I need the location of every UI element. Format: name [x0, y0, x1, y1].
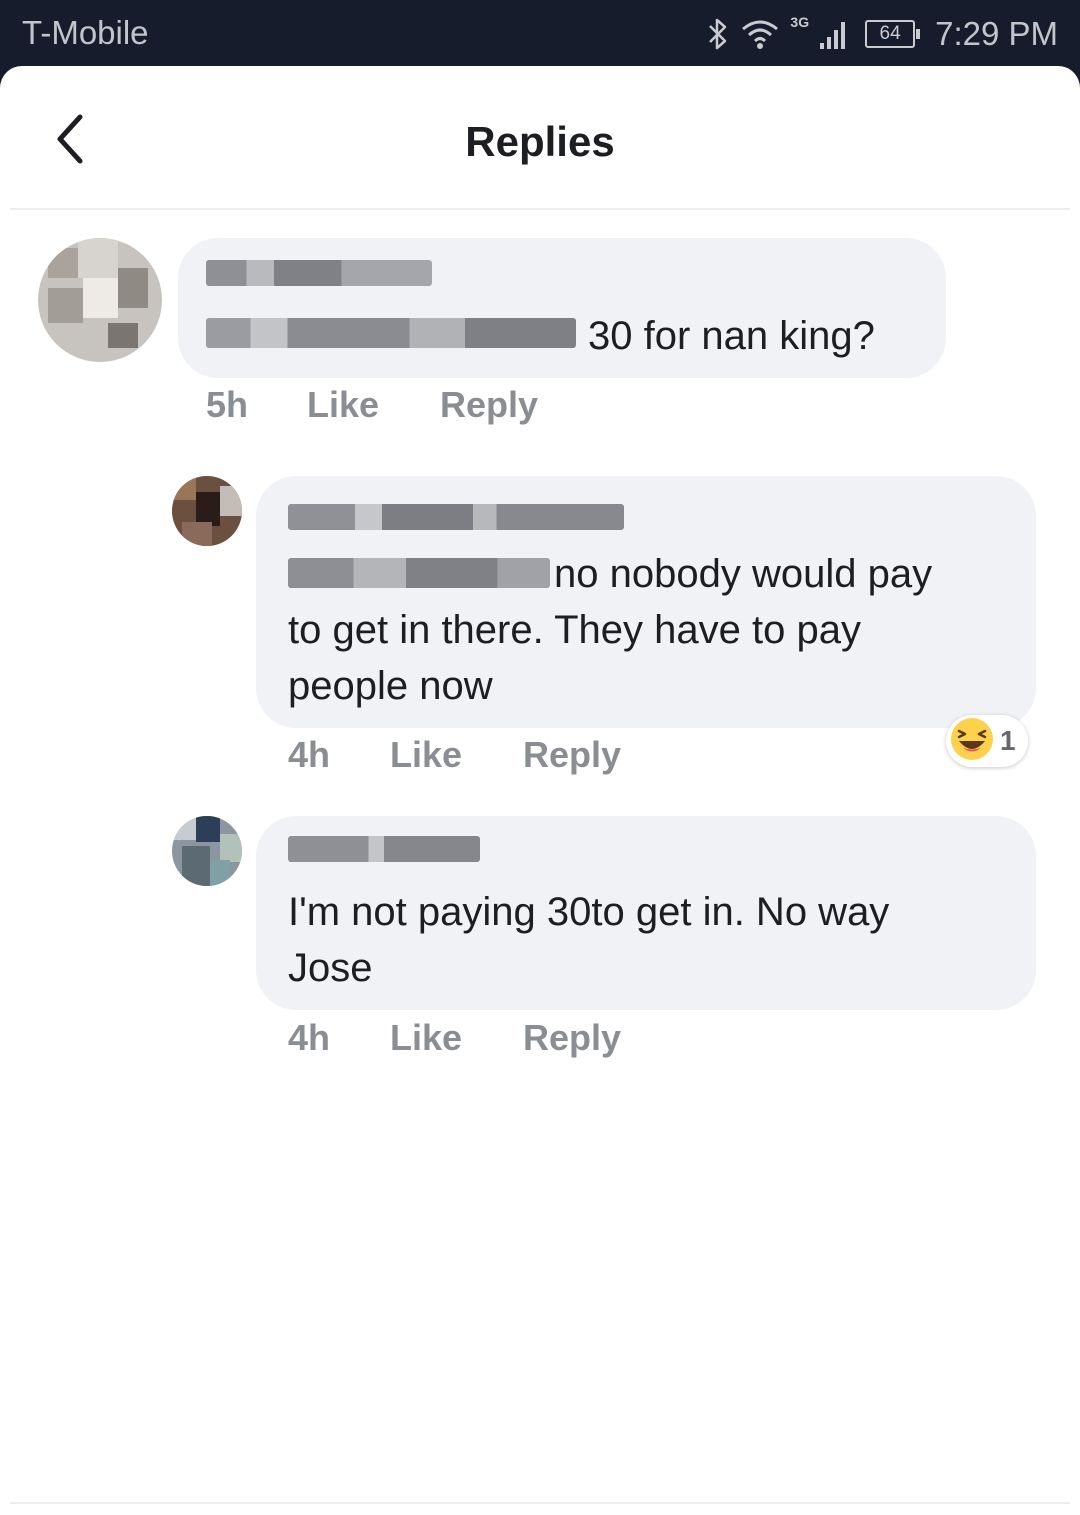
author-name[interactable]: [288, 504, 624, 530]
comment-time: 4h: [288, 1017, 331, 1058]
comment-time: 4h: [288, 734, 331, 775]
comment-text-line: to get in there. They have to pay: [288, 608, 861, 652]
battery-icon: 64: [865, 20, 921, 48]
like-button[interactable]: Like: [307, 384, 379, 426]
bottom-divider: [10, 1502, 1070, 1504]
comment-bubble[interactable]: no nobody would pay to get in there. The…: [256, 476, 1036, 728]
avatar[interactable]: [172, 816, 242, 886]
comment-text-line: no nobody would pay: [554, 552, 933, 596]
network-type: 3G: [790, 14, 810, 30]
replies-sheet: Replies 30 for nan king? 5h Like Reply n…: [0, 66, 1080, 1515]
signal-icon: [819, 17, 849, 51]
author-name[interactable]: [206, 260, 432, 286]
bluetooth-icon: [706, 17, 730, 51]
header: Replies: [0, 66, 1080, 210]
reply-button[interactable]: Reply: [440, 384, 538, 426]
like-button[interactable]: Like: [390, 1017, 462, 1059]
status-icons: 3G 64 7:29 PM: [706, 12, 1058, 56]
comment-bubble[interactable]: 30 for nan king?: [178, 238, 946, 378]
reply-button[interactable]: Reply: [523, 734, 621, 776]
status-bar: T-Mobile 3G 64 7:29 PM: [0, 0, 1080, 68]
comment-text-line: I'm not paying 30to get in. No way: [288, 890, 890, 934]
carrier-name: T-Mobile: [22, 14, 149, 51]
reaction-count: 1: [1000, 725, 1016, 756]
comment-bubble[interactable]: I'm not paying 30to get in. No way Jose: [256, 816, 1036, 1010]
page-title: Replies: [465, 118, 615, 165]
comment-text-line: Jose: [288, 946, 373, 990]
comment-text: 30 for nan king?: [588, 314, 875, 358]
header-divider: [10, 208, 1070, 210]
wifi-icon: [740, 17, 780, 51]
avatar[interactable]: [172, 476, 242, 546]
reaction-badge[interactable]: 1: [946, 715, 1028, 767]
comment-time: 5h: [206, 384, 249, 425]
like-button[interactable]: Like: [390, 734, 462, 776]
status-time: 7:29 PM: [935, 15, 1058, 52]
reply-button[interactable]: Reply: [523, 1017, 621, 1059]
comment-text-line: people now: [288, 664, 493, 708]
author-name[interactable]: [288, 836, 480, 862]
redacted-text: [288, 558, 550, 588]
laughing-emoji-icon: [950, 717, 994, 766]
avatar[interactable]: [38, 238, 162, 362]
redacted-text: [206, 318, 576, 348]
